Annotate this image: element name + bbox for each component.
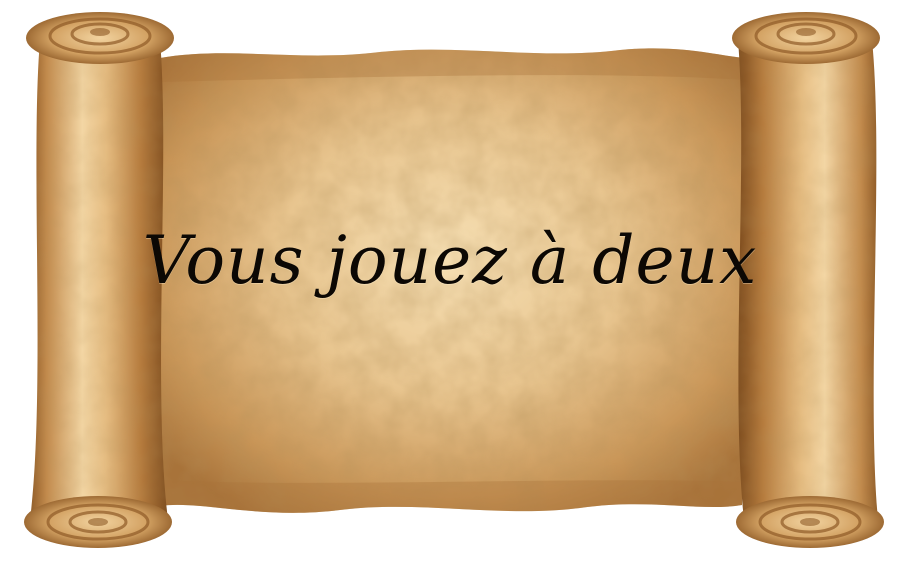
scroll-message: Vous jouez à deux: [142, 221, 758, 299]
parchment-scroll: Vous jouez à deux: [0, 0, 900, 562]
